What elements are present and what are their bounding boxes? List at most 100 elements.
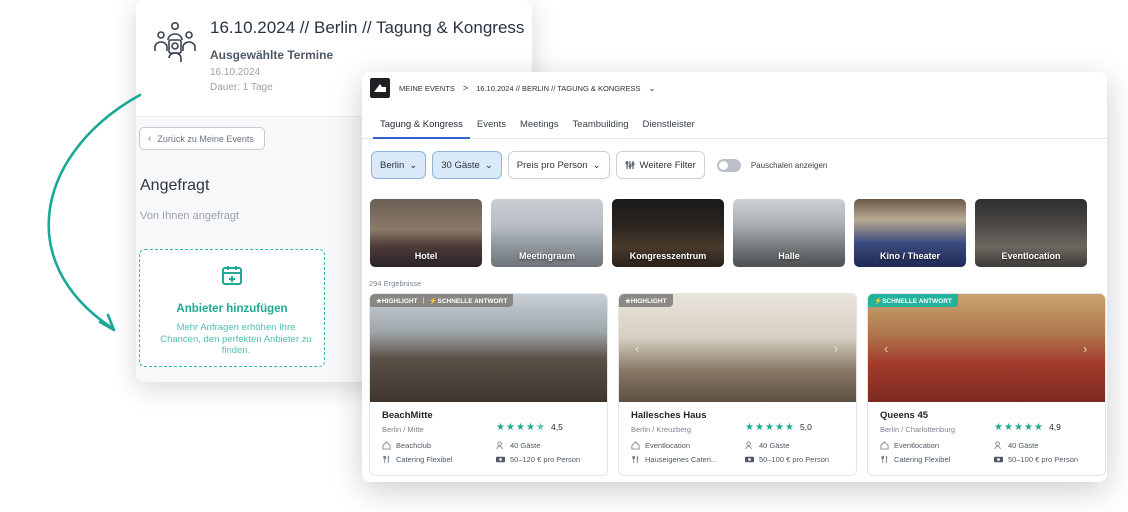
chevron-down-icon: ⌄ [484,159,493,171]
category-label: Eventlocation [1001,251,1061,261]
chevron-right-icon[interactable]: › [1083,342,1093,356]
rating-value: 4,9 [1049,422,1061,432]
venue-card[interactable]: ★HIGHLIGHT | ⚡SCHNELLE ANTWORT BeachMitt… [369,293,608,476]
venue-name[interactable]: Queens 45 [880,410,928,421]
star-rating: ★ ★ ★ ★ ★ 4,9 [994,422,1061,432]
venue-capacity: 40 Gäste [745,441,789,450]
highlight-badge: ★HIGHLIGHT [619,294,673,307]
app-logo[interactable] [370,78,390,98]
results-count: 294 Ergebnisse [369,279,422,288]
venue-category-row: Hotel Meetingraum Kongresszentrum Halle … [370,199,1100,267]
category-kongresszentrum[interactable]: Kongresszentrum [612,199,724,267]
venue-card[interactable]: ⚡SCHNELLE ANTWORT ‹ › Queens 45 Berlin /… [867,293,1106,476]
venue-image[interactable] [868,294,1105,402]
venue-price-label: 50–100 € pro Person [1008,455,1079,464]
star-icon: ★ [765,421,774,433]
badge-label: ⚡SCHNELLE ANTWORT [429,297,508,305]
badge-label: ★HIGHLIGHT [376,297,418,305]
chevron-right-icon[interactable]: › [834,342,844,356]
category-kino-theater[interactable]: Kino / Theater [854,199,966,267]
city-filter-label: Berlin [380,159,405,171]
star-icon: ★ [1034,421,1043,433]
star-rating: ★ ★ ★ ★ ★ 5,0 [745,422,812,432]
tab-events[interactable]: Events [470,112,513,139]
back-to-events-button[interactable]: ‹ Zurück zu Meine Events [139,127,265,150]
venue-catering: Hauseigenes Cateri... [631,455,717,464]
venue-type: Eventlocation [631,441,690,450]
money-icon [994,456,1003,463]
star-icon: ★ [516,421,525,433]
people-icon [496,441,503,450]
star-icon: ★ [496,421,505,433]
category-meetingraum[interactable]: Meetingraum [491,199,603,267]
flat-rate-toggle[interactable] [716,158,741,172]
event-date: 16.10.2024 [210,67,261,78]
star-icon: ★ [1024,421,1033,433]
cutlery-icon [632,455,639,464]
more-filters-label: Weitere Filter [639,159,696,171]
breadcrumb-home[interactable]: MEINE EVENTS [399,84,455,93]
price-filter[interactable]: Preis pro Person ⌄ [507,151,610,179]
group-people-icon [154,21,196,62]
rating-value: 4,5 [551,422,563,432]
breadcrumb-current: 16.10.2024 // BERLIN // TAGUNG & KONGRES… [476,83,641,93]
venue-location: Berlin / Mitte [382,425,424,434]
category-label: Kongresszentrum [629,251,707,261]
venue-name[interactable]: Hallesches Haus [631,410,707,421]
star-icon: ★ [1004,421,1013,433]
cutlery-icon [383,455,390,464]
tab-tagung-kongress[interactable]: Tagung & Kongress [373,112,470,139]
chevron-left-icon: ‹ [148,133,152,144]
venue-catering-label: Catering Flexibel [894,455,951,464]
requested-heading: Angefragt [140,177,210,194]
venue-price: 50–100 € pro Person [994,455,1078,464]
venue-search-panel: MEINE EVENTS > 16.10.2024 // BERLIN // T… [362,72,1107,482]
tab-meetings[interactable]: Meetings [513,112,566,139]
category-label: Kino / Theater [879,251,940,261]
star-icon: ★ [994,421,1003,433]
category-hotel[interactable]: Hotel [370,199,482,267]
venue-catering-label: Catering Flexibel [396,455,453,464]
people-icon [994,441,1001,450]
star-rating: ★ ★ ★ ★ ★ 4,5 [496,422,563,432]
money-icon [496,456,505,463]
logo-mark-icon [374,84,386,92]
star-icon: ★ [1014,421,1023,433]
breadcrumb: MEINE EVENTS > 16.10.2024 // BERLIN // T… [399,83,655,93]
event-duration: Dauer: 1 Tage [210,82,273,93]
venue-name[interactable]: BeachMitte [382,410,433,421]
category-eventlocation[interactable]: Eventlocation [975,199,1087,267]
add-provider-title: Anbieter hinzufügen [176,303,288,315]
house-icon [382,441,391,450]
breadcrumb-separator: > [462,83,469,93]
venue-image[interactable] [370,294,607,402]
tab-dienstleister[interactable]: Dienstleister [636,112,702,139]
chevron-left-icon[interactable]: ‹ [884,342,894,356]
star-icon: ★ [785,421,794,433]
venue-card-list: ★HIGHLIGHT | ⚡SCHNELLE ANTWORT BeachMitt… [369,293,1107,482]
rating-value: 5,0 [800,422,812,432]
guests-filter[interactable]: 30 Gäste ⌄ [432,151,502,179]
tab-teambuilding[interactable]: Teambuilding [566,112,636,139]
venue-catering: Catering Flexibel [382,455,452,464]
more-filters-button[interactable]: Weitere Filter [615,151,705,179]
back-button-label: Zurück zu Meine Events [157,133,254,144]
venue-type-label: Eventlocation [894,441,940,450]
category-label: Hotel [414,251,438,261]
chevron-left-icon[interactable]: ‹ [635,342,645,356]
star-half-icon: ★ [536,421,545,433]
category-halle[interactable]: Halle [733,199,845,267]
sliders-icon [625,161,635,169]
venue-card[interactable]: ★HIGHLIGHT ‹ › Hallesches Haus Berlin / … [618,293,857,476]
venue-capacity-label: 40 Gäste [759,441,790,450]
add-provider-card[interactable]: Anbieter hinzufügen Mehr Anfragen erhöhe… [139,249,325,367]
badge-divider: | [422,297,425,304]
venue-catering-label: Hauseigenes Cateri... [645,455,718,464]
highlight-badge: ★HIGHLIGHT | ⚡SCHNELLE ANTWORT [370,294,514,307]
city-filter[interactable]: Berlin ⌄ [371,151,427,179]
flat-rate-toggle-label: Pauschalen anzeigen [750,160,828,170]
venue-price: 50–120 € pro Person [496,455,580,464]
badge-label: ⚡SCHNELLE ANTWORT [874,297,952,305]
venue-image[interactable] [619,294,856,402]
chevron-down-icon[interactable]: ⌄ [648,84,655,93]
